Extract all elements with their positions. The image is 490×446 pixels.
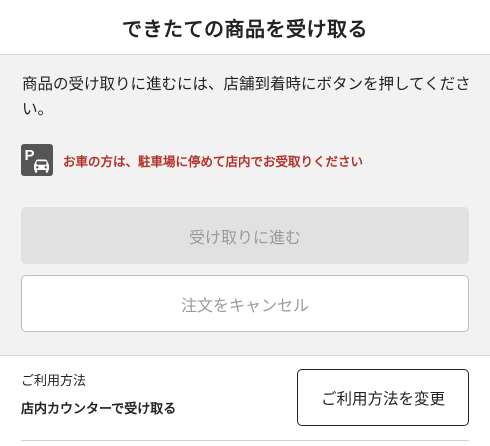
divider: [21, 440, 469, 441]
pickup-instruction: 商品の受け取りに進むには、店舗到着時にボタンを押してください。: [22, 75, 471, 118]
page-title: できたての商品を受け取る: [122, 16, 368, 41]
parking-notice: P お車の方は、駐車場に停めて店内でお受取りください: [21, 143, 363, 177]
usage-method-section: ご利用方法 店内カウンターで受け取る ご利用方法を変更: [0, 356, 490, 446]
usage-method-label: ご利用方法: [21, 374, 87, 389]
change-usage-method-button[interactable]: ご利用方法を変更: [297, 369, 469, 426]
usage-method-value: 店内カウンターで受け取る: [21, 402, 177, 417]
parking-car-icon: P: [21, 144, 53, 176]
page-header: できたての商品を受け取る: [0, 0, 490, 55]
proceed-to-pickup-button[interactable]: 受け取りに進む: [21, 207, 469, 264]
cancel-order-button[interactable]: 注文をキャンセル: [21, 275, 469, 332]
parking-notice-text: お車の方は、駐車場に停めて店内でお受取りください: [63, 153, 364, 169]
pickup-panel: 商品の受け取りに進むには、店舗到着時にボタンを押してください。 P お車の方は、…: [0, 55, 490, 356]
svg-text:P: P: [25, 147, 35, 164]
